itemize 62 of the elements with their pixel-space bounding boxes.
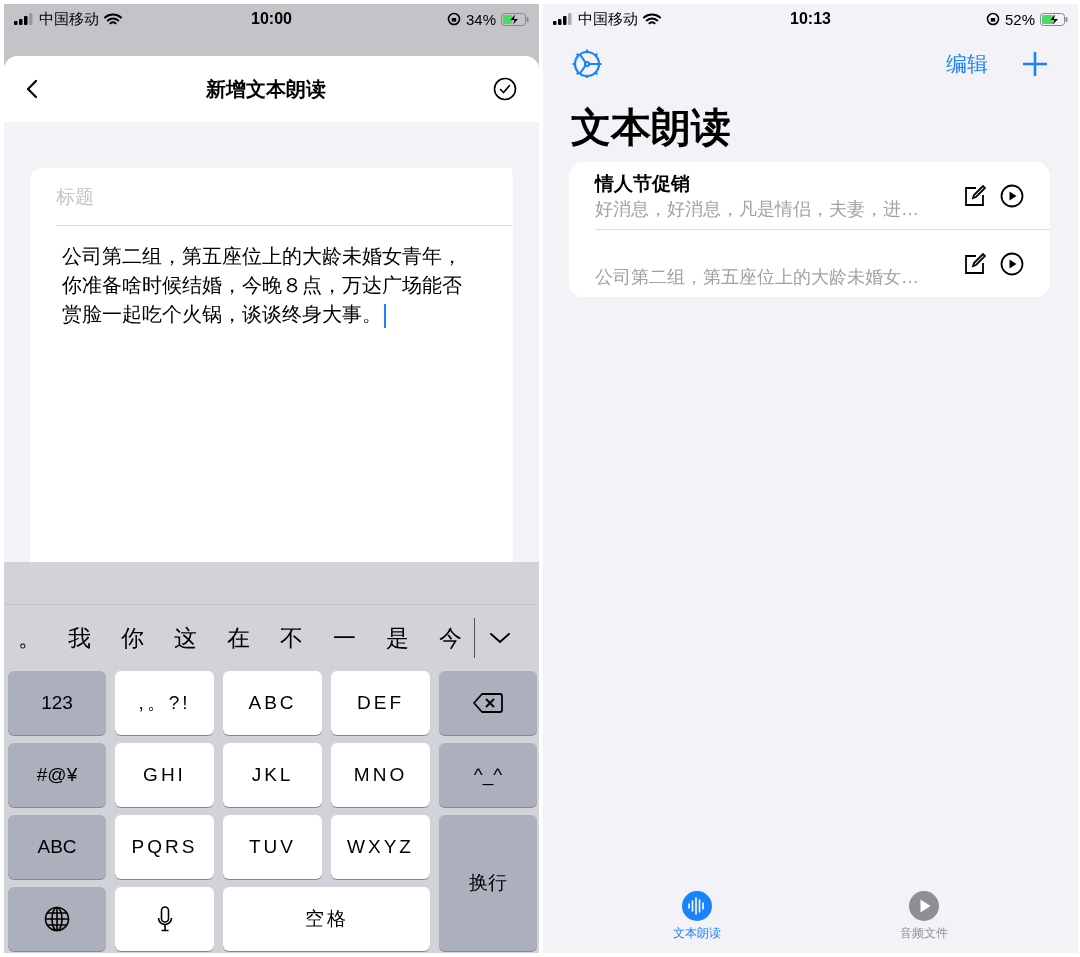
candidate-word[interactable]: 我 bbox=[68, 622, 121, 654]
carrier-name: 中国移动 bbox=[39, 9, 99, 29]
wifi-icon bbox=[104, 12, 122, 26]
key[interactable]: 123 bbox=[8, 671, 106, 735]
orientation-lock-icon bbox=[446, 12, 461, 26]
status-time: 10:13 bbox=[790, 10, 831, 28]
sound-wave-icon bbox=[681, 891, 712, 921]
add-icon[interactable] bbox=[1022, 51, 1048, 77]
carrier-name: 中国移动 bbox=[578, 9, 638, 29]
battery-percent: 34% bbox=[465, 10, 496, 28]
space-key[interactable]: 空格 bbox=[223, 887, 430, 951]
delete-icon bbox=[473, 693, 503, 713]
key[interactable]: GHI bbox=[115, 743, 214, 807]
edit-icon[interactable] bbox=[964, 252, 986, 275]
status-time: 10:00 bbox=[251, 10, 292, 28]
key[interactable]: ,。?! bbox=[115, 671, 214, 735]
key[interactable]: JKL bbox=[223, 743, 322, 807]
tab[interactable]: 文本朗读 bbox=[636, 891, 757, 949]
candidate-word[interactable]: 不 bbox=[280, 622, 333, 654]
item-title: 情人节促销 bbox=[595, 171, 691, 195]
return-key[interactable]: 换行 bbox=[439, 815, 537, 951]
battery-icon bbox=[501, 12, 529, 26]
candidate-word[interactable]: 是 bbox=[386, 622, 439, 654]
play-icon[interactable] bbox=[1000, 251, 1024, 276]
key[interactable]: TUV bbox=[223, 815, 322, 879]
battery-icon bbox=[1040, 12, 1068, 26]
candidate-word[interactable]: 你 bbox=[121, 622, 174, 654]
delete-key[interactable] bbox=[439, 671, 537, 735]
candidate-word[interactable]: 。 bbox=[18, 622, 68, 654]
globe-key[interactable] bbox=[8, 887, 106, 951]
key[interactable]: #@¥ bbox=[8, 743, 106, 807]
globe-icon bbox=[44, 906, 70, 932]
item-preview: 公司第二组，第五座位上的大龄未婚女… bbox=[595, 265, 920, 289]
microphone-icon bbox=[156, 906, 173, 932]
key[interactable]: WXYZ bbox=[331, 815, 430, 879]
key[interactable]: ABC bbox=[223, 671, 322, 735]
candidate-word[interactable]: 今 bbox=[439, 622, 492, 654]
key[interactable]: ABC bbox=[8, 815, 106, 879]
battery-percent: 52% bbox=[1004, 10, 1035, 28]
body-text-field[interactable]: 公司第二组，第五座位上的大龄未婚女青年，你准备啥时候结婚，今晚８点，万达广场能否赏脸一起吃个火锅，谈谈终身大事。 bbox=[62, 242, 464, 329]
candidate-word[interactable]: 一 bbox=[333, 622, 386, 654]
sheet-title: 新增文本朗读 bbox=[205, 76, 326, 102]
page-title: 文本朗读 bbox=[570, 104, 732, 151]
chevron-down-icon[interactable] bbox=[489, 632, 511, 644]
title-field[interactable]: 标题 bbox=[56, 168, 512, 226]
signal-icon bbox=[553, 13, 573, 25]
checkmark-icon[interactable] bbox=[493, 77, 517, 101]
back-icon[interactable] bbox=[26, 79, 38, 99]
orientation-lock-icon bbox=[985, 12, 1000, 26]
play-circle-icon bbox=[909, 891, 940, 921]
candidate-word[interactable]: 这 bbox=[174, 622, 227, 654]
item-preview: 好消息，好消息，凡是情侣，夫妻，进… bbox=[595, 197, 920, 221]
signal-icon bbox=[14, 13, 34, 25]
settings-icon[interactable] bbox=[571, 48, 603, 80]
key[interactable]: ^_^ bbox=[439, 743, 537, 807]
play-icon[interactable] bbox=[1000, 183, 1024, 208]
key[interactable]: PQRS bbox=[115, 815, 214, 879]
candidate-word[interactable]: 在 bbox=[227, 622, 280, 654]
wifi-icon bbox=[643, 12, 661, 26]
key[interactable]: MNO bbox=[331, 743, 430, 807]
key[interactable]: DEF bbox=[331, 671, 430, 735]
edit-icon[interactable] bbox=[964, 184, 986, 207]
